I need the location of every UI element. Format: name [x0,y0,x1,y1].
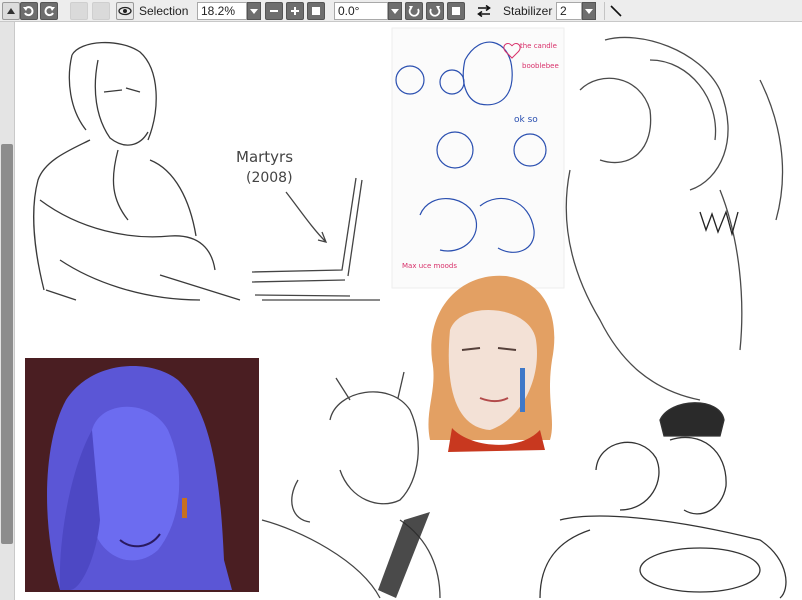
disabled-button-2[interactable] [92,2,110,20]
square-icon [452,7,460,15]
line-tool-button[interactable] [604,2,626,20]
minus-icon [270,10,278,12]
vertical-scrollbar[interactable] [0,22,15,600]
toolbar: Selection 18.2% 0.0° Stabilizer 2 [0,0,802,22]
svg-text:booblebee: booblebee [522,62,559,70]
sketch-blue-notebook: the candle booblebee ok so Max uce moods [391,27,565,289]
scroll-up-button[interactable] [2,2,20,20]
flip-arrows-icon [477,5,491,17]
canvas-text-martyrs: Martyrs [236,148,293,166]
plus-icon [291,7,299,15]
svg-text:ok so: ok so [514,115,538,125]
redo-button[interactable] [40,2,58,20]
svg-text:the candle: the candle [520,42,557,50]
square-icon [312,7,320,15]
chevron-down-icon [585,8,593,14]
redo-icon [44,6,55,17]
stabilizer-label: Stabilizer [503,4,553,18]
sketch-car-pair [539,402,787,599]
scrollbar-thumb[interactable] [1,144,13,544]
rotate-right-button[interactable] [426,2,444,20]
zoom-field[interactable]: 18.2% [197,2,247,20]
chevron-down-icon [250,8,258,14]
rotation-dropdown[interactable] [388,2,402,20]
canvas-text-year: (2008) [246,170,293,186]
flip-horizontal-button[interactable] [474,2,494,20]
rotate-left-icon [408,6,420,17]
stabilizer-field[interactable]: 2 [556,2,582,20]
sketch-sitting-girl [33,41,241,301]
chevron-down-icon [391,8,399,14]
undo-button[interactable] [20,2,38,20]
zoom-reset-button[interactable] [307,2,325,20]
disabled-button-1[interactable] [70,2,88,20]
rotation-reset-button[interactable] [447,2,465,20]
drawing-canvas[interactable]: Martyrs (2008) the candle booblebee ok so… [15,22,802,600]
selection-toggle-button[interactable] [116,2,134,20]
sketch-cat-ear-girl [261,371,441,599]
selection-label: Selection [139,4,189,18]
sketch-artwork: Martyrs (2008) the candle booblebee ok so… [25,27,787,599]
stabilizer-dropdown[interactable] [582,2,596,20]
sketch-right-pair [565,36,784,401]
rotation-field[interactable]: 0.0° [334,2,388,20]
painted-portrait-orange-hair [428,275,555,452]
zoom-out-button[interactable] [265,2,283,20]
undo-icon [23,6,34,17]
rotate-right-icon [429,6,441,17]
zoom-dropdown[interactable] [247,2,261,20]
svg-text:Max uce moods: Max uce moods [402,262,457,270]
triangle-up-icon [7,8,15,14]
diagonal-line-icon [609,5,622,17]
rotate-left-button[interactable] [405,2,423,20]
zoom-in-button[interactable] [286,2,304,20]
sketch-laptop [251,177,380,301]
eye-icon [118,6,132,16]
painted-portrait-blue [25,358,259,592]
